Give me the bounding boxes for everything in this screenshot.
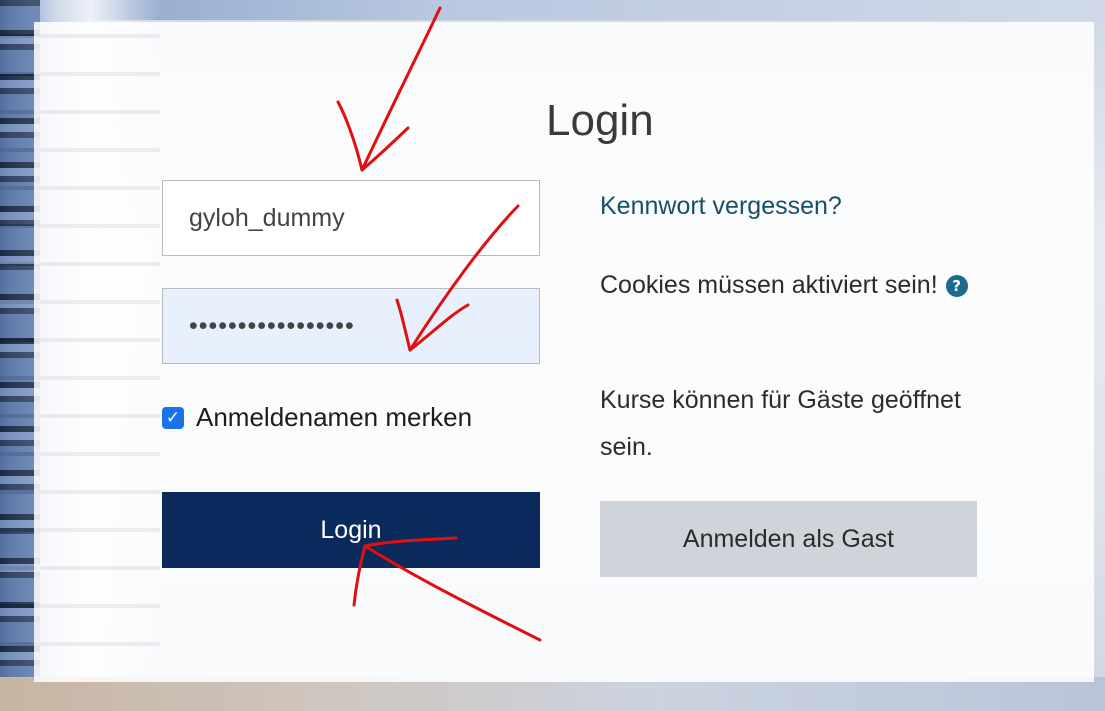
guest-courses-notice: Kurse können für Gäste geöffnet sein. bbox=[600, 386, 961, 461]
forgot-password-link[interactable]: Kennwort vergessen? bbox=[600, 192, 842, 221]
login-title: Login bbox=[546, 96, 654, 145]
remember-username-checkbox[interactable]: ✓ bbox=[162, 406, 184, 429]
question-circle-icon[interactable]: ? bbox=[945, 275, 968, 298]
guest-login-button[interactable]: Anmelden als Gast bbox=[600, 501, 977, 577]
remember-username-label: Anmeldenamen merken bbox=[196, 402, 473, 432]
username-input[interactable] bbox=[162, 180, 540, 256]
background-sky-bottom bbox=[0, 677, 1105, 711]
login-page-background: Login ✓ Anmeldenamen merken Login Kennwo… bbox=[0, 0, 1105, 711]
remember-username-row[interactable]: ✓ Anmeldenamen merken bbox=[162, 402, 472, 433]
checkmark-icon: ✓ bbox=[165, 407, 181, 428]
cookies-notice-text: Cookies müssen aktiviert sein! bbox=[600, 271, 938, 299]
login-button[interactable]: Login bbox=[162, 492, 540, 568]
background-sky-top bbox=[0, 0, 1105, 20]
cookies-notice: Cookies müssen aktiviert sein!? bbox=[600, 262, 980, 309]
password-input[interactable] bbox=[162, 288, 540, 364]
